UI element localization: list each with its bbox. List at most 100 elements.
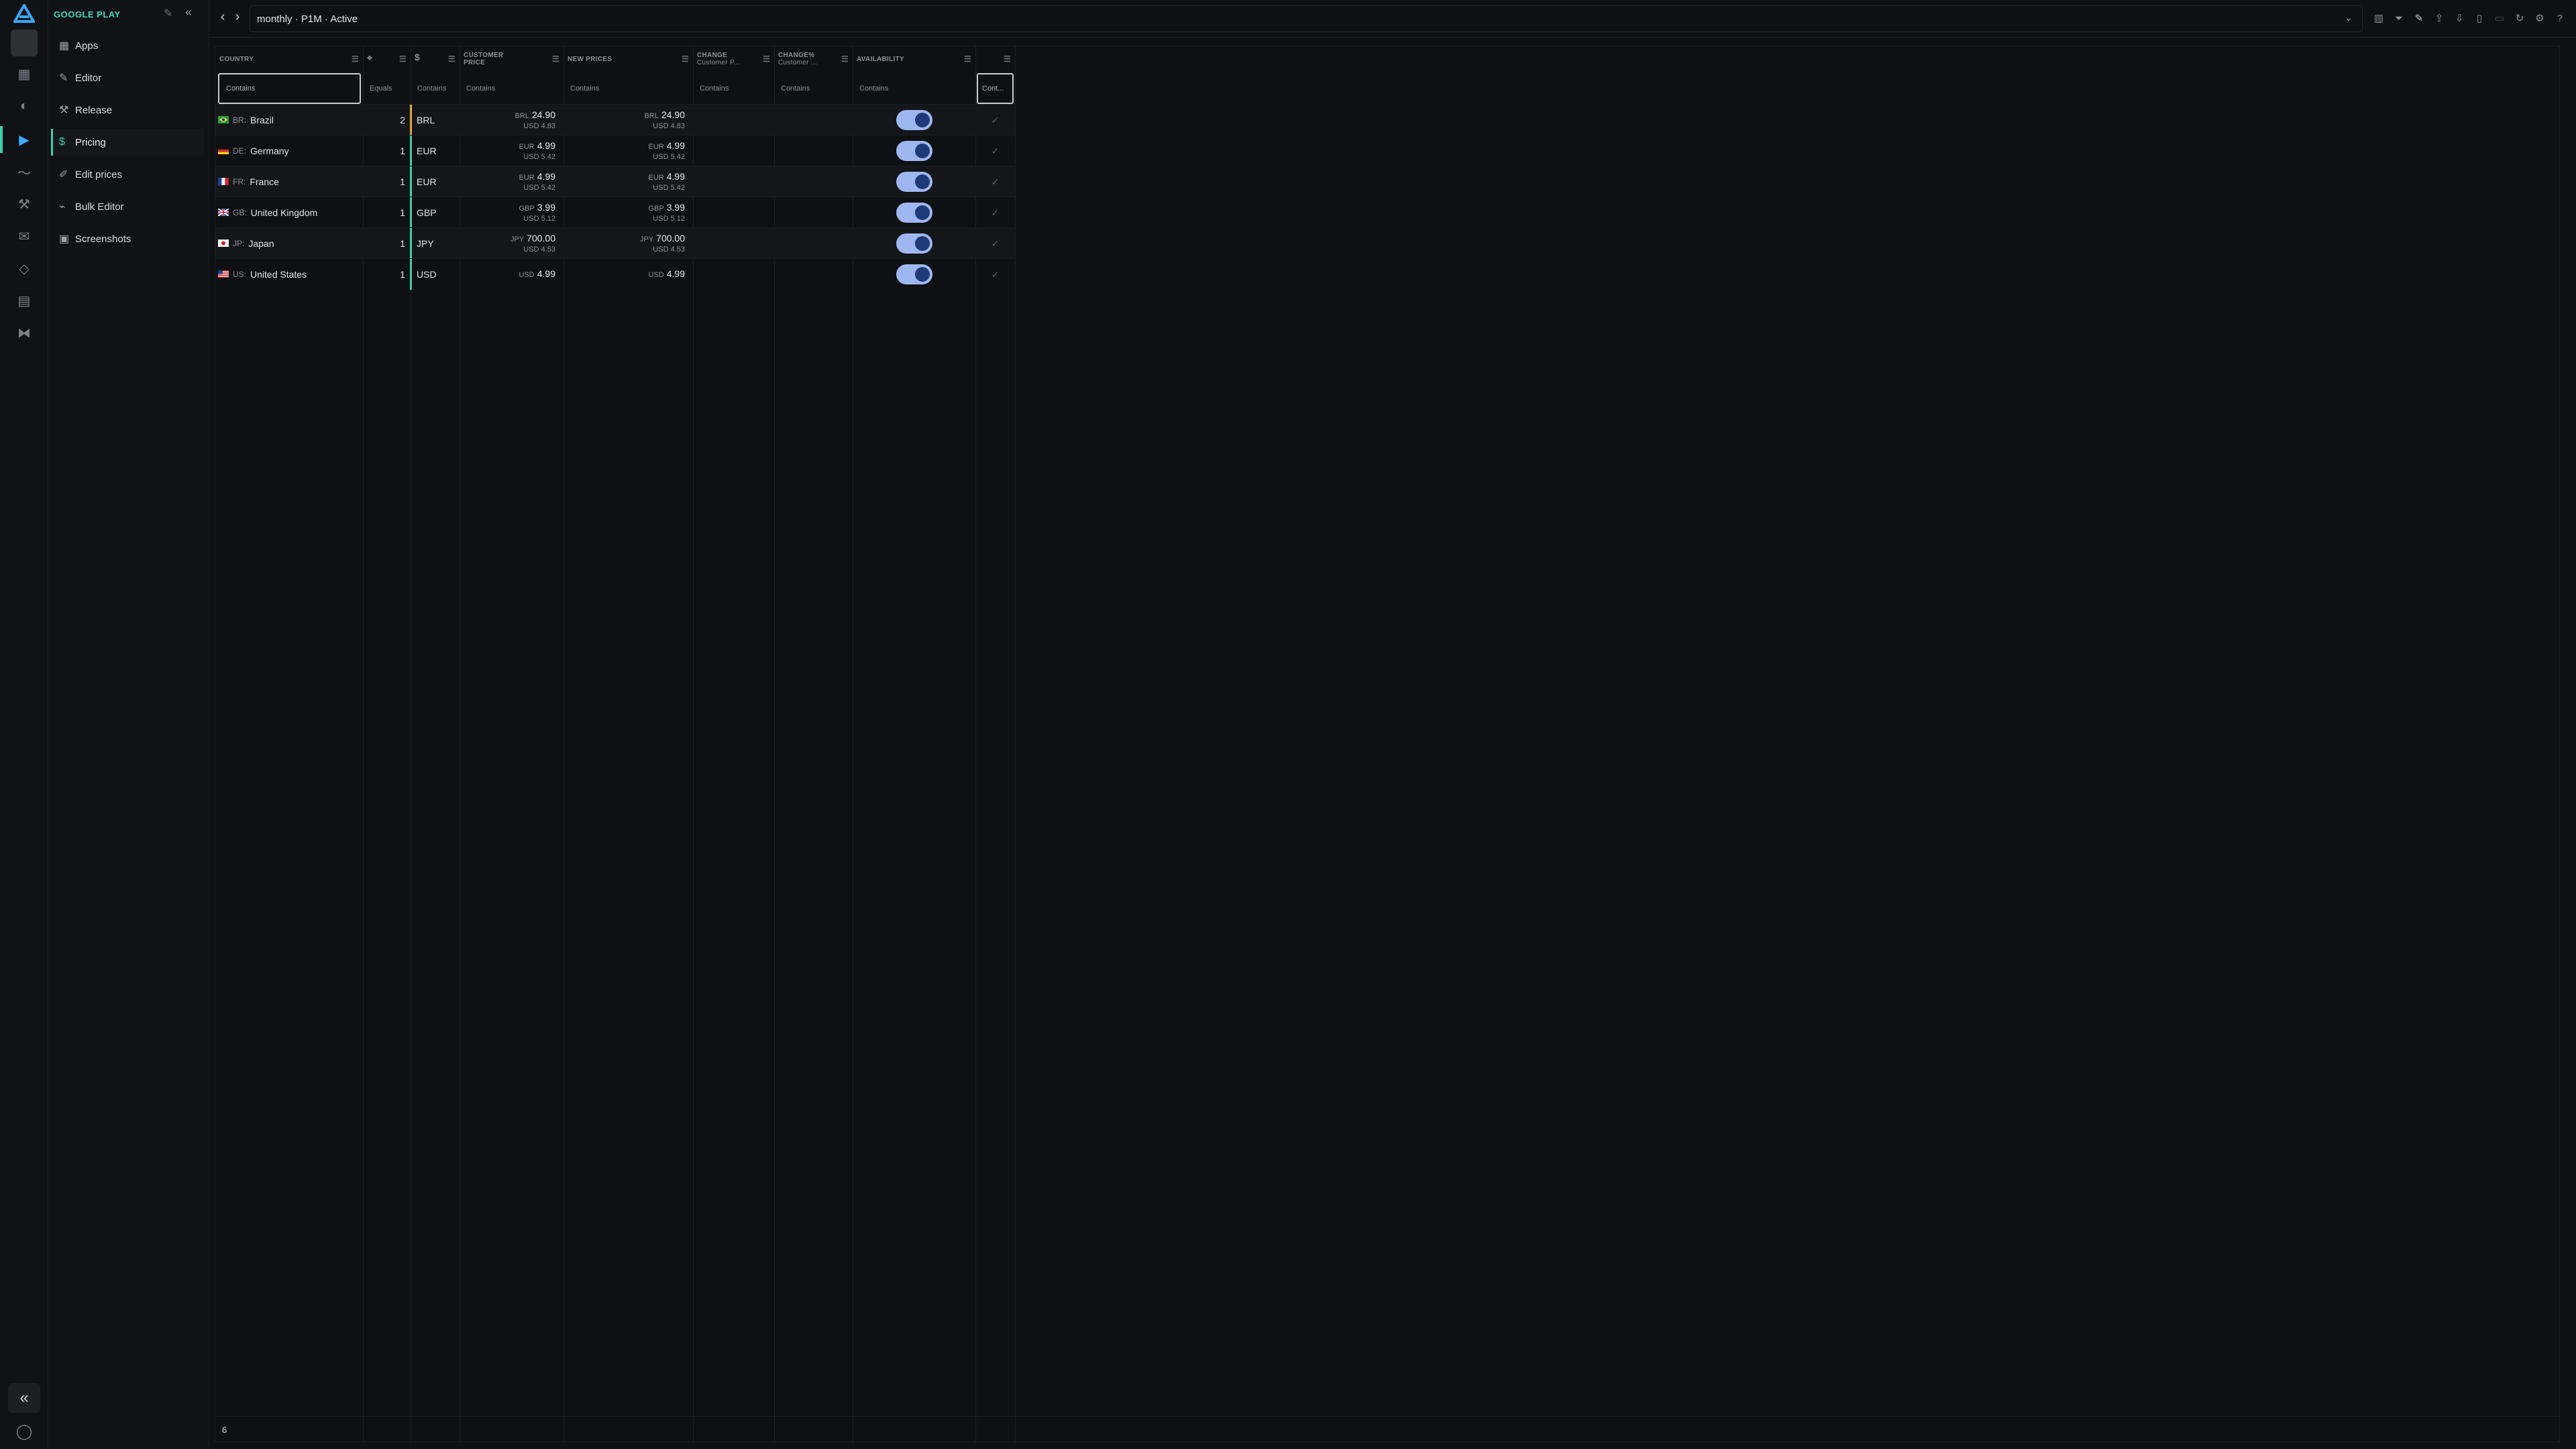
save-icon[interactable]: ▭	[2493, 12, 2506, 25]
cell-change[interactable]	[693, 228, 774, 259]
play-icon[interactable]: ▶	[12, 127, 36, 152]
column-menu-icon[interactable]: ☰	[399, 55, 407, 63]
sidebar-item-apps[interactable]: ▦ Apps	[51, 32, 204, 59]
filter-new-prices-input[interactable]: Contains	[564, 73, 693, 104]
cell-country[interactable]: JP: Japan	[218, 228, 363, 259]
filter-icon[interactable]: ⏷	[2392, 12, 2406, 25]
settings-icon[interactable]: ⚙	[2533, 12, 2546, 25]
column-menu-icon[interactable]: ☰	[841, 55, 849, 63]
grid-icon[interactable]: ▦	[12, 62, 36, 86]
col-header-customer-price[interactable]: CUSTOMER PRICE ☰	[460, 46, 564, 73]
upload-icon[interactable]: ⇪	[2432, 12, 2446, 25]
column-menu-icon[interactable]: ☰	[552, 55, 559, 63]
tools-icon[interactable]: ⚒	[12, 192, 36, 216]
app-logo-icon[interactable]	[13, 4, 35, 23]
user-icon[interactable]: ◯	[13, 1421, 35, 1442]
table-row[interactable]: DE: Germany 1 EUR EUR 4.99 USD 5.42 EUR 4.…	[215, 135, 1015, 166]
column-menu-icon[interactable]: ☰	[763, 55, 770, 63]
pencil-icon[interactable]: ✎	[2412, 12, 2426, 25]
cell-confirm[interactable]: ✓	[975, 197, 1015, 228]
cell-customer-price[interactable]: BRL 24.90 USD 4.83	[460, 105, 564, 136]
cell-new-price[interactable]: EUR 4.99 USD 5.42	[564, 136, 693, 166]
table-row[interactable]: GB: United Kingdom 1 GBP GBP 3.99 USD 5.1…	[215, 197, 1015, 228]
collapse-sidebar-button[interactable]: «	[8, 1383, 40, 1413]
cell-currency[interactable]: JPY	[417, 228, 460, 259]
filter-availability-input[interactable]: Contains	[853, 73, 975, 104]
col-header-availability[interactable]: AVAILABILITY ☰	[853, 46, 975, 73]
filter-customer-price-input[interactable]: Contains	[460, 73, 564, 104]
cell-confirm[interactable]: ✓	[975, 259, 1015, 290]
col-header-tier[interactable]: ⌖ ☰	[363, 46, 411, 73]
cell-tier[interactable]: 1	[363, 197, 411, 228]
cell-confirm[interactable]: ✓	[975, 136, 1015, 166]
filter-last-input[interactable]: Cont...	[977, 73, 1014, 104]
availability-toggle[interactable]	[896, 141, 932, 161]
filter-change-pct-input[interactable]: Contains	[774, 73, 853, 104]
cell-currency[interactable]: BRL	[417, 105, 460, 136]
collapse-nav-icon[interactable]: «	[185, 5, 192, 19]
cell-change-pct[interactable]	[774, 166, 853, 197]
cell-new-price[interactable]: GBP 3.99 USD 5.12	[564, 197, 693, 228]
cell-change[interactable]	[693, 105, 774, 136]
cell-change[interactable]	[693, 136, 774, 166]
table-row[interactable]: BR: Brazil 2 BRL BRL 24.90 USD 4.83 BRL 24…	[215, 104, 1015, 136]
cell-confirm[interactable]: ✓	[975, 105, 1015, 136]
cell-change-pct[interactable]	[774, 197, 853, 228]
cell-new-price[interactable]: JPY 700.00 USD 4.53	[564, 228, 693, 259]
sidebar-item-release[interactable]: ⚒ Release	[51, 97, 204, 123]
table-row[interactable]: FR: France 1 EUR EUR 4.99 USD 5.42 EUR 4.9…	[215, 166, 1015, 197]
table-row[interactable]: JP: Japan 1 JPY JPY 700.00 USD 4.53 JPY 70…	[215, 227, 1015, 259]
vscode-icon[interactable]: ⧓	[12, 321, 36, 345]
refresh-icon[interactable]: ↻	[2513, 12, 2526, 25]
sidebar-item-bulk-editor[interactable]: ⌁ Bulk Editor	[51, 193, 204, 220]
analytics-icon[interactable]: 〜	[12, 160, 36, 184]
cell-new-price[interactable]: USD 4.99	[564, 259, 693, 290]
column-menu-icon[interactable]: ☰	[964, 55, 971, 63]
table-row[interactable]: US: United States 1 USD USD 4.99 USD 4.99 …	[215, 258, 1015, 290]
cell-confirm[interactable]: ✓	[975, 228, 1015, 259]
report-icon[interactable]: ▤	[12, 288, 36, 313]
filter-tier-input[interactable]: Equals	[363, 73, 411, 104]
column-menu-icon[interactable]: ☰	[682, 55, 689, 63]
cell-change[interactable]	[693, 197, 774, 228]
app-avatar[interactable]	[11, 30, 38, 56]
filter-currency-input[interactable]: Contains	[411, 73, 460, 104]
tag-icon[interactable]: ◇	[12, 256, 36, 280]
columns-icon[interactable]: ▥	[2372, 12, 2385, 25]
availability-toggle[interactable]	[896, 233, 932, 254]
sidebar-item-pricing[interactable]: $ Pricing	[51, 129, 204, 156]
cell-country[interactable]: GB: United Kingdom	[218, 197, 363, 228]
filter-country-input[interactable]: Contains	[218, 73, 361, 104]
cell-tier[interactable]: 1	[363, 228, 411, 259]
cell-currency[interactable]: EUR	[417, 166, 460, 197]
cell-change-pct[interactable]	[774, 105, 853, 136]
column-menu-icon[interactable]: ☰	[448, 55, 455, 63]
cell-currency[interactable]: GBP	[417, 197, 460, 228]
cell-country[interactable]: FR: France	[218, 166, 363, 197]
cell-country[interactable]: BR: Brazil	[218, 105, 363, 136]
cell-tier[interactable]: 1	[363, 136, 411, 166]
filter-change-input[interactable]: Contains	[693, 73, 774, 104]
sidebar-item-editor[interactable]: ✎ Editor	[51, 64, 204, 91]
cell-tier[interactable]: 2	[363, 105, 411, 136]
cell-change[interactable]	[693, 166, 774, 197]
cell-confirm[interactable]: ✓	[975, 166, 1015, 197]
cell-change-pct[interactable]	[774, 136, 853, 166]
cell-customer-price[interactable]: EUR 4.99 USD 5.42	[460, 136, 564, 166]
cell-change-pct[interactable]	[774, 259, 853, 290]
col-header-new-prices[interactable]: NEW PRICES ☰	[564, 46, 693, 73]
cell-currency[interactable]: EUR	[417, 136, 460, 166]
availability-toggle[interactable]	[896, 172, 932, 192]
col-header-change[interactable]: CHANGE Customer P... ☰	[693, 46, 774, 73]
col-header-last[interactable]: ☰	[975, 46, 1015, 73]
col-header-change-pct[interactable]: CHANGE% Customer ... ☰	[774, 46, 853, 73]
availability-toggle[interactable]	[896, 203, 932, 223]
apple-icon[interactable]: ◐	[12, 94, 36, 118]
edit-brand-icon[interactable]: ✎	[164, 7, 172, 20]
cell-tier[interactable]: 1	[363, 166, 411, 197]
sidebar-item-screenshots[interactable]: ▣ Screenshots	[51, 225, 204, 252]
cell-country[interactable]: DE: Germany	[218, 136, 363, 166]
cell-country[interactable]: US: United States	[218, 259, 363, 290]
col-header-currency[interactable]: $ ☰	[411, 46, 460, 73]
forward-button[interactable]: ›	[229, 9, 246, 28]
